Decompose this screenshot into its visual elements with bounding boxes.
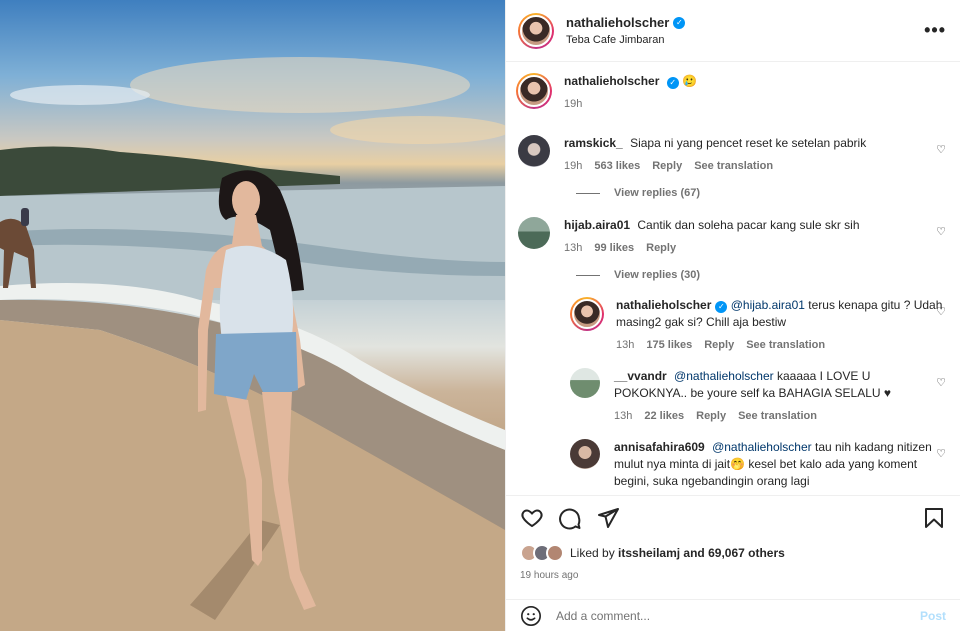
emoji-icon[interactable]: [520, 605, 542, 627]
liked-by-prefix: Liked by: [570, 546, 615, 560]
post-header: nathalieholscher ✓ Teba Cafe Jimbaran ••…: [506, 0, 960, 62]
caption-body: nathalieholscher ✓ 🥲 19h: [564, 73, 946, 113]
comment-body: hijab.aira01 Cantik dan soleha pacar kan…: [564, 217, 946, 257]
comment: hijab.aira01 Cantik dan soleha pacar kan…: [518, 217, 946, 257]
view-replies-button[interactable]: View replies (30): [576, 269, 946, 281]
caption-text: 🥲: [682, 74, 698, 88]
caption-time: 19h: [564, 98, 583, 110]
caption-meta: 19h: [564, 96, 946, 113]
comment-like-icon[interactable]: ♡: [936, 143, 946, 156]
comment-text: Siapa ni yang pencet reset ke setelan pa…: [630, 136, 867, 150]
avatar-image: [518, 75, 550, 107]
reply-avatar[interactable]: [570, 439, 600, 469]
comment-body: ramskick_ Siapa ni yang pencet reset ke …: [564, 135, 946, 175]
post-location[interactable]: Teba Cafe Jimbaran: [566, 34, 685, 46]
liker-avatars: [520, 544, 564, 562]
reply-like-icon[interactable]: ♡: [936, 305, 946, 318]
comment-text: Cantik dan soleha pacar kang sule skr si…: [637, 218, 860, 232]
liker-avatar[interactable]: [546, 544, 564, 562]
reply-button[interactable]: Reply: [704, 337, 734, 354]
verified-icon: ✓: [666, 77, 679, 89]
reply-mention[interactable]: @hijab.aira01: [731, 298, 805, 312]
bookmark-icon[interactable]: [922, 506, 946, 530]
reply-mention[interactable]: @nathalieholscher: [712, 440, 812, 454]
caption-avatar[interactable]: [516, 73, 552, 109]
reply-like-icon[interactable]: ♡: [936, 376, 946, 389]
post-button[interactable]: Post: [920, 609, 946, 623]
verified-icon: ✓: [673, 16, 686, 29]
reply-time: 13h: [616, 339, 635, 351]
reply-meta: 13h 175 likes Reply See translation: [616, 337, 946, 354]
heart-icon[interactable]: [520, 506, 544, 530]
avatar-image: [520, 14, 552, 47]
comment-meta: 19h 563 likes Reply See translation: [564, 158, 946, 175]
reply-avatar[interactable]: [570, 297, 604, 331]
post-modal: nathalieholscher ✓ Teba Cafe Jimbaran ••…: [0, 0, 960, 631]
author-username[interactable]: nathalieholscher ✓: [566, 15, 686, 30]
reply-button[interactable]: Reply: [696, 408, 726, 425]
avatar-image: [572, 299, 602, 329]
author-avatar[interactable]: [518, 12, 554, 49]
reply-username[interactable]: nathalieholscher: [616, 298, 711, 312]
reply-button[interactable]: Reply: [646, 240, 676, 257]
comment-time: 13h: [564, 242, 583, 254]
comment-likes[interactable]: 563 likes: [594, 158, 640, 175]
reply-likes[interactable]: 175 likes: [646, 337, 692, 354]
comment: ramskick_ Siapa ni yang pencet reset ke …: [518, 135, 946, 175]
commenter-avatar[interactable]: [518, 135, 550, 167]
share-icon[interactable]: [596, 506, 620, 530]
caption-username[interactable]: nathalieholscher: [564, 74, 659, 88]
comment-username[interactable]: ramskick_: [564, 136, 623, 150]
beach-photo: [0, 57, 505, 631]
author-username-text[interactable]: nathalieholscher: [566, 15, 669, 30]
reply: annisafahira609 @nathalieholscher tau ni…: [570, 439, 946, 490]
reply-username[interactable]: __vvandr: [614, 369, 667, 383]
liked-by: Liked by itssheilamj and 69,067 others: [520, 544, 946, 562]
reply-username[interactable]: annisafahira609: [614, 440, 705, 454]
comment-like-icon[interactable]: ♡: [936, 225, 946, 238]
comment-likes[interactable]: 99 likes: [594, 240, 634, 257]
view-replies-button[interactable]: View replies (67): [576, 187, 946, 199]
reply-body: __vvandr @nathalieholscher kaaaaa I LOVE…: [614, 368, 946, 425]
reply: __vvandr @nathalieholscher kaaaaa I LOVE…: [570, 368, 946, 425]
reply: nathalieholscher ✓ @hijab.aira01 terus ke…: [570, 297, 946, 354]
divider-line: [576, 274, 600, 276]
comments-list[interactable]: nathalieholscher ✓ 🥲 19h ramskick_ Siapa…: [506, 63, 960, 495]
see-translation-button[interactable]: See translation: [694, 158, 773, 175]
reply-button[interactable]: Reply: [652, 158, 682, 175]
reply-avatar[interactable]: [570, 368, 600, 398]
comment-time: 19h: [564, 160, 583, 172]
view-replies-label[interactable]: View replies (30): [614, 269, 700, 281]
see-translation-button[interactable]: See translation: [738, 408, 817, 425]
add-comment-bar: Add a comment... Post: [506, 599, 960, 631]
liked-by-suffix[interactable]: and 69,067 others: [683, 546, 784, 560]
more-horizontal-icon[interactable]: •••: [924, 20, 946, 41]
divider-line: [576, 192, 600, 194]
reply-likes[interactable]: 22 likes: [644, 408, 684, 425]
post-side-panel: nathalieholscher ✓ Teba Cafe Jimbaran ••…: [505, 0, 960, 631]
post-actions: Liked by itssheilamj and 69,067 others 1…: [506, 495, 960, 581]
reply-time: 13h: [614, 410, 633, 422]
liked-by-user[interactable]: itssheilamj: [618, 546, 680, 560]
comment-meta: 13h 99 likes Reply: [564, 240, 946, 257]
view-replies-label[interactable]: View replies (67): [614, 187, 700, 199]
caption: nathalieholscher ✓ 🥲 19h: [516, 73, 946, 113]
post-timestamp[interactable]: 19 hours ago: [520, 570, 946, 581]
reply-like-icon[interactable]: ♡: [936, 447, 946, 460]
comment-icon[interactable]: [558, 506, 582, 530]
reply-meta: 13h 22 likes Reply See translation: [614, 408, 946, 425]
commenter-avatar[interactable]: [518, 217, 550, 249]
action-icons: [520, 506, 946, 530]
post-photo[interactable]: [0, 0, 505, 631]
verified-icon: ✓: [715, 301, 728, 313]
comment-username[interactable]: hijab.aira01: [564, 218, 630, 232]
reply-mention[interactable]: @nathalieholscher: [674, 369, 774, 383]
author-info: nathalieholscher ✓ Teba Cafe Jimbaran: [566, 15, 686, 46]
see-translation-button[interactable]: See translation: [746, 337, 825, 354]
comment-input[interactable]: Add a comment...: [556, 609, 920, 623]
reply-body: nathalieholscher ✓ @hijab.aira01 terus ke…: [616, 297, 946, 354]
reply-body: annisafahira609 @nathalieholscher tau ni…: [614, 439, 946, 490]
